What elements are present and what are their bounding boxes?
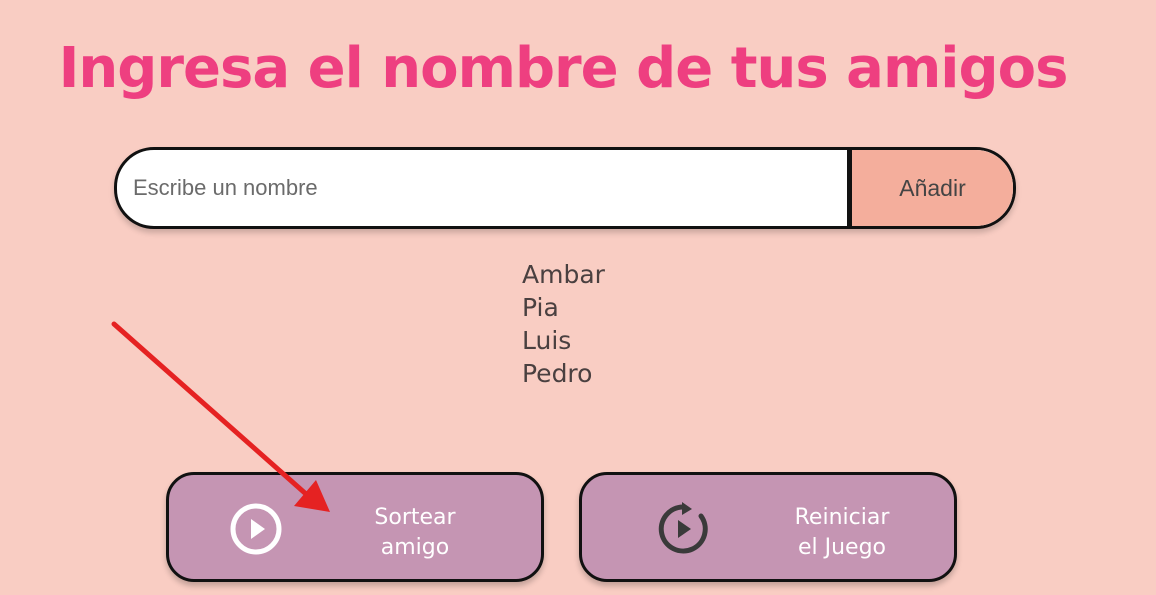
reset-label-line1: Reiniciar xyxy=(794,505,890,530)
draw-label-line2: amigo xyxy=(380,535,450,560)
draw-friend-button[interactable]: Sortear amigo xyxy=(166,472,544,582)
play-circle-icon xyxy=(230,503,282,555)
page-title: Ingresa el nombre de tus amigos xyxy=(58,36,1069,101)
name-input[interactable] xyxy=(117,150,843,226)
restart-icon xyxy=(658,502,708,554)
list-item: Pia xyxy=(522,293,559,322)
name-input-row: Añadir xyxy=(114,147,1016,229)
draw-label-line1: Sortear xyxy=(374,505,456,530)
draw-button-label: Sortear amigo xyxy=(335,503,495,563)
list-item: Ambar xyxy=(522,260,605,289)
list-item: Luis xyxy=(522,326,572,355)
reset-game-button[interactable]: Reiniciar el Juego xyxy=(579,472,957,582)
friends-list: Ambar Pia Luis Pedro xyxy=(522,258,605,390)
add-button[interactable]: Añadir xyxy=(847,150,1013,226)
list-item: Pedro xyxy=(522,359,593,388)
reset-label-line2: el Juego xyxy=(797,535,887,560)
reset-button-label: Reiniciar el Juego xyxy=(762,503,922,563)
